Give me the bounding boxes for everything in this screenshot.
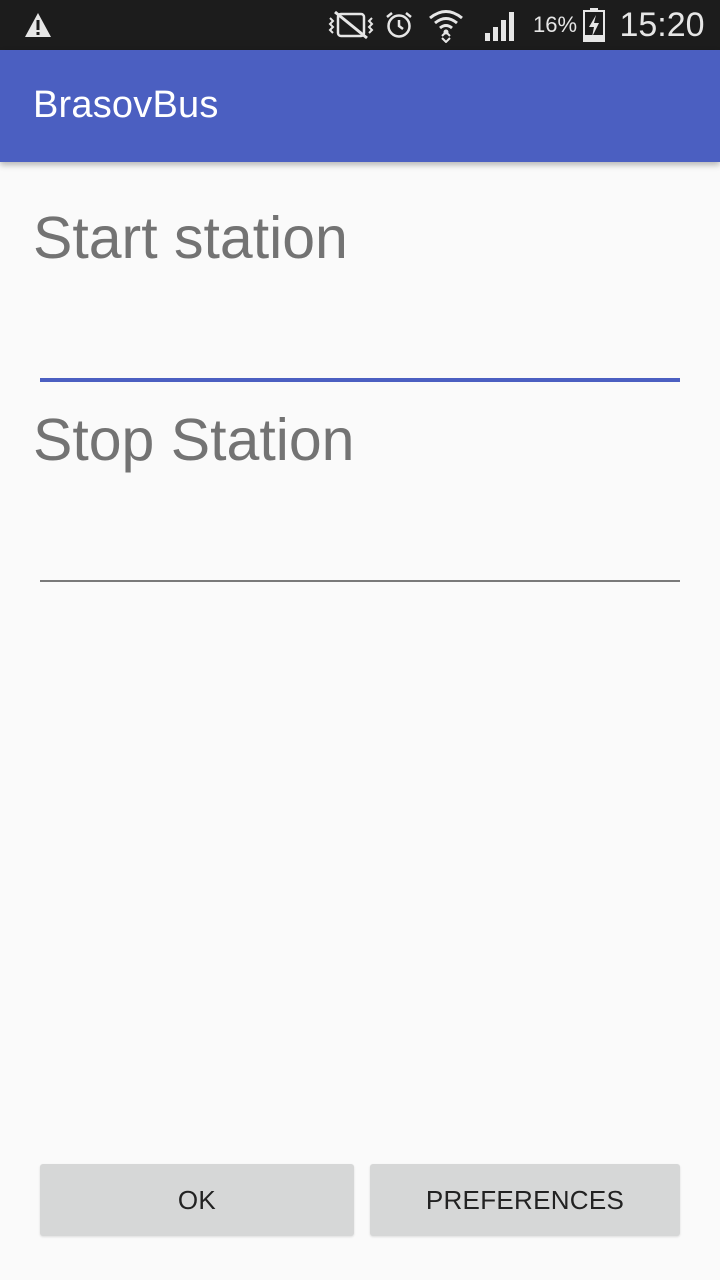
battery-percent: 16% (532, 12, 578, 37)
wifi-icon (426, 0, 466, 50)
preferences-button[interactable]: PREFERENCES (370, 1164, 680, 1236)
clock-time: 15:20 (619, 5, 705, 44)
app-title: BrasovBus (33, 84, 219, 126)
status-bar: 16% 15:20 (0, 0, 720, 50)
battery-icon (580, 0, 608, 50)
signal-icon (482, 0, 520, 50)
warning-icon (22, 0, 54, 50)
stop-station-label: Stop Station (33, 407, 355, 473)
start-station-input[interactable] (40, 318, 680, 382)
stop-station-input[interactable] (40, 520, 680, 582)
ok-button[interactable]: OK (40, 1164, 354, 1236)
start-station-label: Start station (33, 205, 348, 271)
alarm-icon (382, 0, 416, 50)
app-bar: BrasovBus (0, 50, 720, 162)
vibrate-icon (326, 0, 376, 50)
screen: 16% 15:20 BrasovBus Start station Stop S… (0, 0, 720, 1280)
